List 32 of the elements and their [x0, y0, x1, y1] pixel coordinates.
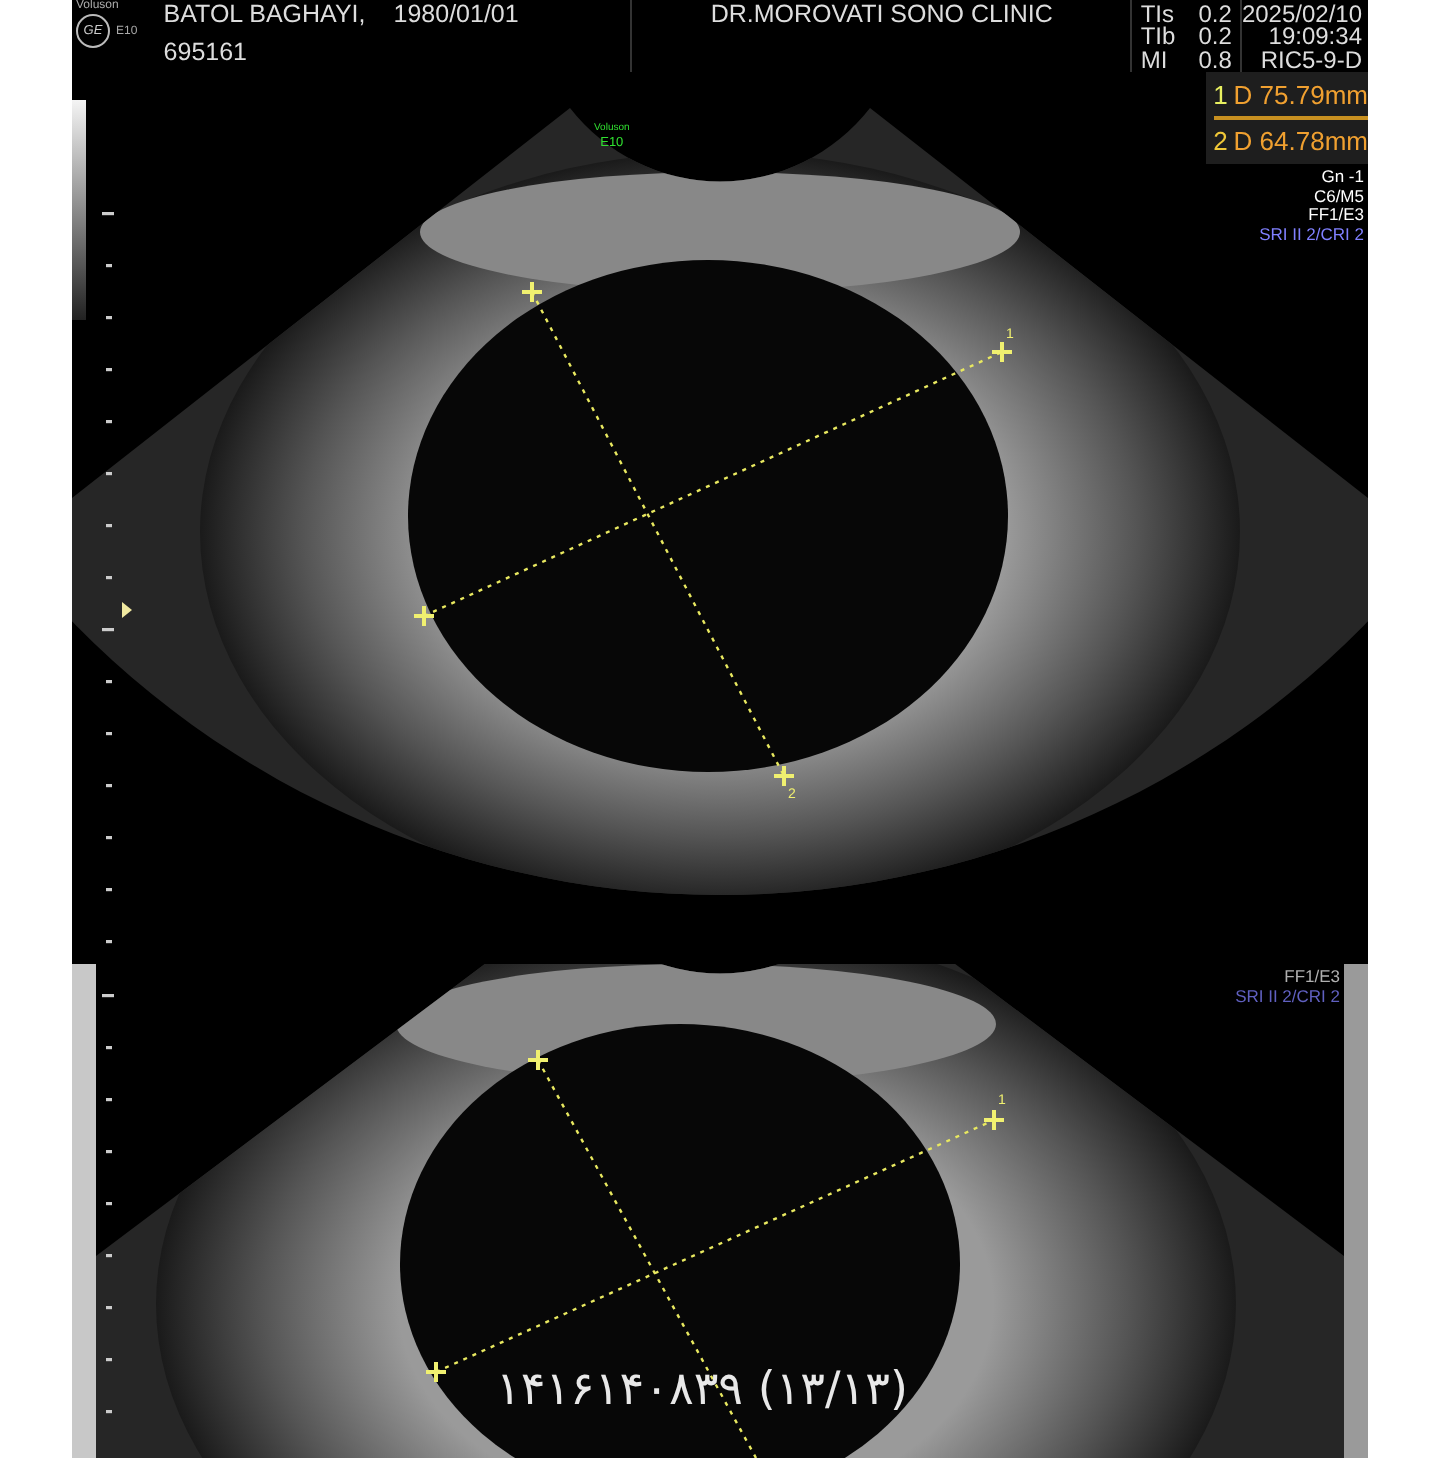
measurement-value: D 75.79mm — [1233, 78, 1368, 114]
caliper-icon — [526, 1048, 550, 1072]
image-caption: ۱۴۱۶۱۴۰۸۳۹ (۱۳/۱۳) — [496, 1364, 908, 1416]
measurement-value: D 64.78mm — [1233, 124, 1368, 160]
exam-time: 19:09:34 — [1268, 26, 1362, 49]
caliper-icon — [772, 764, 796, 788]
measurement-number: 1 — [1213, 78, 1228, 114]
exam-date: 2025/02/10 — [1241, 3, 1362, 26]
caliper-icon — [412, 604, 436, 628]
index-value: 0.2 — [1198, 26, 1232, 49]
setting-text: C6/M5 — [1313, 187, 1364, 206]
probe-name: RIC5-9-D — [1260, 49, 1362, 72]
caliper-icon — [990, 340, 1014, 364]
setting-text: Gn -1 — [1321, 168, 1364, 187]
index-label: TIs — [1140, 3, 1175, 26]
index-label: MI — [1140, 49, 1168, 72]
clinic-name: DR.MOROVATI SONO CLINIC — [710, 0, 1053, 32]
caliper-icon — [520, 280, 544, 304]
setting-text: FF1/E3 — [1284, 968, 1340, 987]
patient-id: 695161 — [163, 38, 250, 68]
setting-text: SRI II 2/CRI 2 — [1259, 225, 1364, 244]
measurement-number: 2 — [1213, 124, 1228, 160]
index-value: 0.2 — [1198, 3, 1232, 26]
patient-name: BATOL BAGHAYI, — [163, 0, 366, 30]
index-value: 0.8 — [1198, 49, 1232, 72]
birth-date: 1980/01/01 — [393, 0, 519, 30]
setting-text: SRI II 2/CRI 2 — [1235, 987, 1340, 1006]
focus-marker-icon — [122, 602, 132, 618]
index-label: TIb — [1140, 26, 1176, 49]
setting-text: FF1/E3 — [1308, 206, 1364, 225]
caliper-icon — [424, 1360, 448, 1384]
caliper-icon — [982, 1108, 1006, 1132]
